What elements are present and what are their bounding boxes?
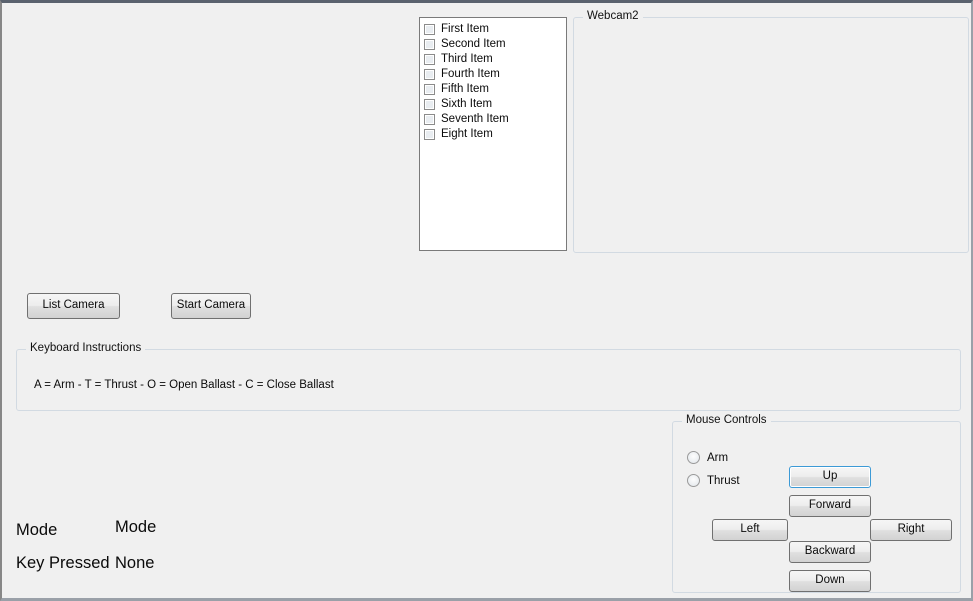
list-item[interactable]: Seventh Item (424, 112, 566, 127)
checkbox-icon[interactable] (424, 129, 435, 140)
list-item[interactable]: Third Item (424, 52, 566, 67)
checkbox-icon[interactable] (424, 69, 435, 80)
list-item-label: Fourth Item (441, 68, 500, 80)
move-left-button[interactable]: Left (712, 519, 788, 541)
keyboard-instructions-legend: Keyboard Instructions (26, 342, 146, 354)
camera-checked-list-box[interactable]: First Item Second Item Third Item Fourth… (419, 17, 567, 251)
list-camera-button[interactable]: List Camera (27, 293, 120, 319)
radio-arm[interactable]: Arm (687, 451, 728, 464)
checkbox-icon[interactable] (424, 84, 435, 95)
radio-thrust-label: Thrust (707, 474, 740, 487)
list-item[interactable]: Fourth Item (424, 67, 566, 82)
move-up-button[interactable]: Up (789, 466, 871, 488)
list-item[interactable]: Second Item (424, 37, 566, 52)
keyboard-instructions-text: A = Arm - T = Thrust - O = Open Ballast … (34, 379, 334, 391)
list-item[interactable]: Sixth Item (424, 97, 566, 112)
mode-value-label: Mode (115, 518, 157, 536)
list-item-label: Sixth Item (441, 98, 493, 110)
checkbox-icon[interactable] (424, 114, 435, 125)
list-item-label: Eight Item (441, 128, 493, 140)
list-item-label: First Item (441, 23, 489, 35)
list-item[interactable]: Eight Item (424, 127, 566, 142)
list-item-label: Seventh Item (441, 113, 509, 125)
radio-button-icon[interactable] (687, 451, 700, 464)
mouse-controls-legend: Mouse Controls (682, 414, 771, 426)
webcam2-groupbox: Webcam2 (573, 10, 969, 253)
form-surface: First Item Second Item Third Item Fourth… (2, 3, 971, 598)
move-down-button[interactable]: Down (789, 570, 871, 592)
webcam2-legend: Webcam2 (583, 10, 643, 22)
radio-button-icon[interactable] (687, 474, 700, 487)
move-backward-button[interactable]: Backward (789, 541, 871, 563)
key-pressed-value-label: None (115, 554, 155, 572)
list-item-label: Third Item (441, 53, 493, 65)
application-window: First Item Second Item Third Item Fourth… (0, 0, 973, 601)
start-camera-button[interactable]: Start Camera (171, 293, 251, 319)
move-forward-button[interactable]: Forward (789, 495, 871, 517)
radio-thrust[interactable]: Thrust (687, 474, 740, 487)
checkbox-icon[interactable] (424, 39, 435, 50)
checkbox-icon[interactable] (424, 24, 435, 35)
list-item[interactable]: Fifth Item (424, 82, 566, 97)
list-item-label: Fifth Item (441, 83, 489, 95)
keyboard-instructions-groupbox: Keyboard Instructions A = Arm - T = Thru… (16, 342, 961, 411)
mode-caption-label: Mode (16, 521, 58, 539)
radio-arm-label: Arm (707, 451, 729, 464)
list-item[interactable]: First Item (424, 22, 566, 37)
checkbox-icon[interactable] (424, 54, 435, 65)
move-right-button[interactable]: Right (870, 519, 952, 541)
key-pressed-caption-label: Key Pressed (16, 554, 110, 572)
checkbox-icon[interactable] (424, 99, 435, 110)
list-item-label: Second Item (441, 38, 506, 50)
